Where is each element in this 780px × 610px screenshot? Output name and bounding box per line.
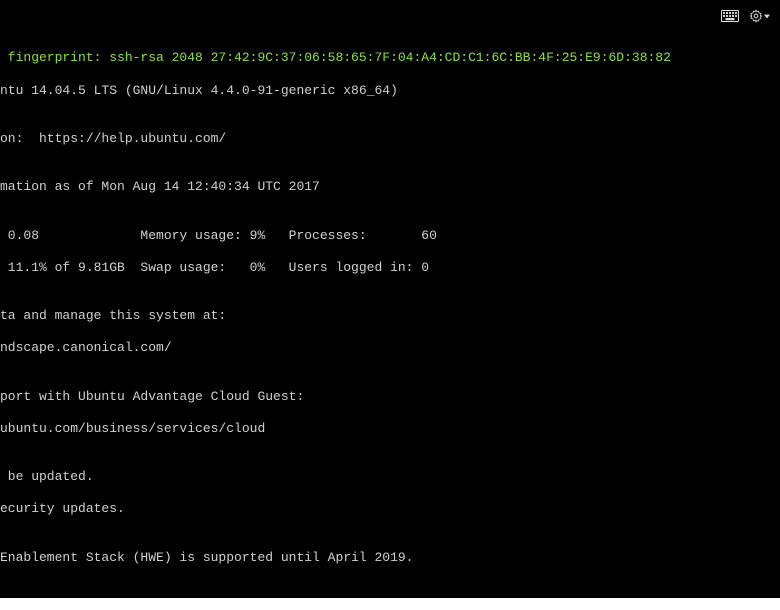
advantage-line-2: ubuntu.com/business/services/cloud bbox=[0, 421, 780, 437]
bottom-border bbox=[0, 598, 780, 610]
landscape-line-1: ta and manage this system at: bbox=[0, 308, 780, 324]
advantage-line-1: port with Ubuntu Advantage Cloud Guest: bbox=[0, 389, 780, 405]
terminal-window[interactable]: fingerprint: ssh-rsa 2048 27:42:9C:37:06… bbox=[0, 0, 780, 598]
terminal-toolbar bbox=[720, 6, 770, 26]
help-url-line: on: https://help.ubuntu.com/ bbox=[0, 131, 780, 147]
system-stats-line-1: 0.08 Memory usage: 9% Processes: 60 bbox=[0, 228, 780, 244]
gear-icon[interactable] bbox=[750, 6, 770, 26]
system-stats-line-2: 11.1% of 9.81GB Swap usage: 0% Users log… bbox=[0, 260, 780, 276]
ssh-fingerprint-line: fingerprint: ssh-rsa 2048 27:42:9C:37:06… bbox=[0, 50, 780, 66]
hwe-line: Enablement Stack (HWE) is supported unti… bbox=[0, 550, 780, 566]
os-version-line: ntu 14.04.5 LTS (GNU/Linux 4.4.0-91-gene… bbox=[0, 83, 780, 99]
updates-line-1: be updated. bbox=[0, 469, 780, 485]
updates-line-2: ecurity updates. bbox=[0, 501, 780, 517]
keyboard-icon[interactable] bbox=[720, 6, 740, 26]
landscape-line-2: ndscape.canonical.com/ bbox=[0, 340, 780, 356]
system-info-date-line: mation as of Mon Aug 14 12:40:34 UTC 201… bbox=[0, 179, 780, 195]
